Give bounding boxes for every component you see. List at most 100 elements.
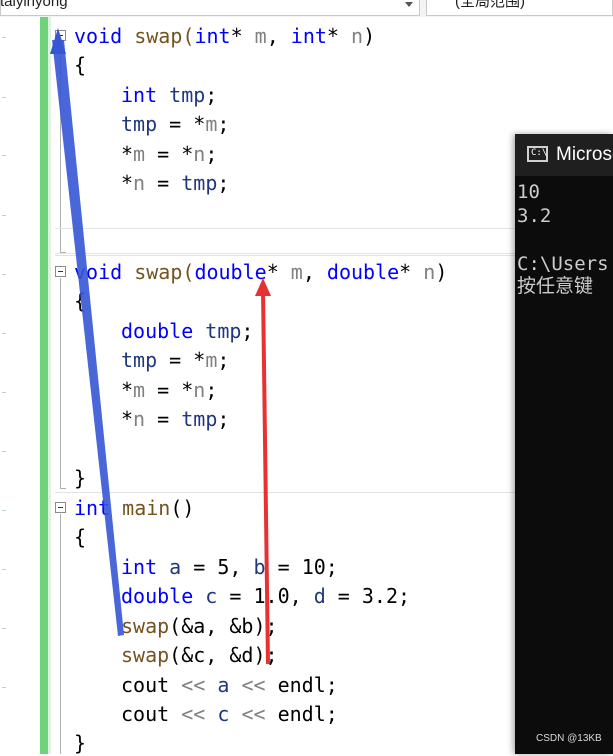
keyword: int (194, 24, 231, 48)
semicolon: ; (398, 584, 411, 608)
keyword: void (74, 24, 123, 48)
pointer-star: * (181, 142, 194, 166)
code-line-open-brace[interactable]: { (74, 288, 86, 314)
paren: ( (182, 260, 195, 284)
number-literal: 1.0 (253, 584, 290, 608)
code-line[interactable]: cout << c << endl; (121, 701, 338, 727)
brace: } (74, 466, 87, 490)
variable: a (169, 555, 182, 579)
gutter-tick (2, 569, 6, 570)
keyword: void (74, 260, 123, 284)
parameter: n (351, 24, 364, 48)
gutter-tick (2, 215, 6, 216)
number-literal: 3.2 (361, 584, 399, 608)
semicolon: ; (205, 83, 218, 107)
pointer-star: * (121, 407, 134, 431)
code-line[interactable]: tmp = *m; (121, 347, 229, 373)
operator: << (181, 673, 206, 697)
code-line-close-brace[interactable]: } (74, 465, 86, 491)
collapse-icon[interactable] (55, 266, 66, 277)
collapse-icon[interactable] (55, 502, 66, 513)
semicolon: ; (205, 142, 218, 166)
console-output-line: 3.2 (517, 205, 552, 227)
call-arguments: (&c, &d) (169, 643, 266, 667)
console-app-icon: C:\ (527, 146, 548, 162)
pointer-star: * (326, 24, 339, 48)
chevron-down-icon[interactable] (405, 2, 413, 7)
operator: = (157, 171, 170, 195)
pointer-star: * (193, 112, 206, 136)
function-call: swap (121, 643, 170, 667)
gutter-tick (2, 155, 6, 156)
code-line[interactable]: *m = *n; (121, 377, 217, 403)
operator: = (229, 584, 242, 608)
code-line[interactable]: tmp = *m; (121, 111, 229, 137)
keyword: double (121, 584, 194, 608)
editor-navigation-bar: taiyinyong (全局范围) (0, 0, 613, 17)
fold-guide (60, 514, 61, 754)
code-line-open-brace[interactable]: { (74, 524, 86, 550)
semicolon: ; (325, 673, 338, 697)
operator: = (169, 112, 182, 136)
code-line-open-brace[interactable]: { (74, 52, 86, 78)
gutter-tick (2, 37, 6, 38)
pointer-star: * (121, 171, 134, 195)
semicolon: ; (217, 348, 230, 372)
parameter: n (133, 407, 146, 431)
gutter-tick (2, 392, 6, 393)
code-line-swap-double-signature[interactable]: void swap(double* m, double* n) (74, 259, 447, 285)
paren: ( (182, 24, 195, 48)
parameter: n (423, 260, 436, 284)
pointer-star: * (399, 260, 412, 284)
debug-console-window[interactable]: C:\ Microsoft Visual Studio 调试控制台 10 3.2… (515, 134, 613, 754)
code-line[interactable]: swap(&a, &b); (121, 613, 278, 639)
comma: , (302, 260, 315, 284)
code-line-swap-int-signature[interactable]: void swap(int* m, int* n) (74, 23, 375, 49)
variable: tmp (205, 319, 242, 343)
comma: , (229, 555, 242, 579)
parameter: n (193, 378, 206, 402)
code-line[interactable]: *n = tmp; (121, 170, 229, 196)
change-tracking-bar (40, 17, 48, 754)
gutter-tick (2, 274, 6, 275)
variable: tmp (181, 171, 218, 195)
brace: } (74, 731, 87, 755)
function-name: swap (134, 260, 183, 284)
collapse-icon[interactable] (55, 30, 66, 41)
brace: { (74, 53, 87, 77)
code-line-close-brace[interactable]: } (74, 730, 86, 756)
line-number-gutter (0, 17, 40, 754)
code-line[interactable]: int tmp; (121, 82, 217, 108)
pointer-star: * (181, 378, 194, 402)
code-line-main-signature[interactable]: int main() (74, 495, 194, 521)
operator: = (157, 142, 170, 166)
member-dropdown[interactable]: (全局范围) (426, 0, 613, 16)
semicolon: ; (265, 643, 278, 667)
function-name: main (122, 496, 171, 520)
operator: = (277, 555, 290, 579)
semicolon: ; (325, 702, 338, 726)
variable: b (253, 555, 266, 579)
current-line-highlight (55, 228, 515, 254)
number-literal: 5 (217, 555, 230, 579)
variable: tmp (181, 407, 218, 431)
code-line[interactable]: double c = 1.0, d = 3.2; (121, 583, 410, 609)
scope-dropdown[interactable]: taiyinyong (0, 0, 420, 16)
scope-dropdown-value: taiyinyong (0, 0, 68, 10)
operator: = (157, 407, 170, 431)
code-line[interactable]: int a = 5, b = 10; (121, 554, 338, 580)
code-line[interactable]: double tmp; (121, 318, 253, 344)
gutter-tick (2, 333, 6, 334)
code-line[interactable]: cout << a << endl; (121, 672, 338, 698)
gutter-tick (2, 451, 6, 452)
code-line[interactable]: *n = tmp; (121, 406, 229, 432)
semicolon: ; (217, 407, 230, 431)
console-title-bar[interactable]: C:\ Microsoft Visual Studio 调试控制台 (515, 134, 613, 176)
code-line[interactable]: *m = *n; (121, 141, 217, 167)
number-literal: 10 (301, 555, 326, 579)
operator: << (241, 702, 266, 726)
member-dropdown-value: (全局范围) (455, 0, 525, 10)
code-line[interactable]: swap(&c, &d); (121, 642, 278, 668)
blue-arrow (52, 40, 124, 636)
semicolon: ; (217, 112, 230, 136)
